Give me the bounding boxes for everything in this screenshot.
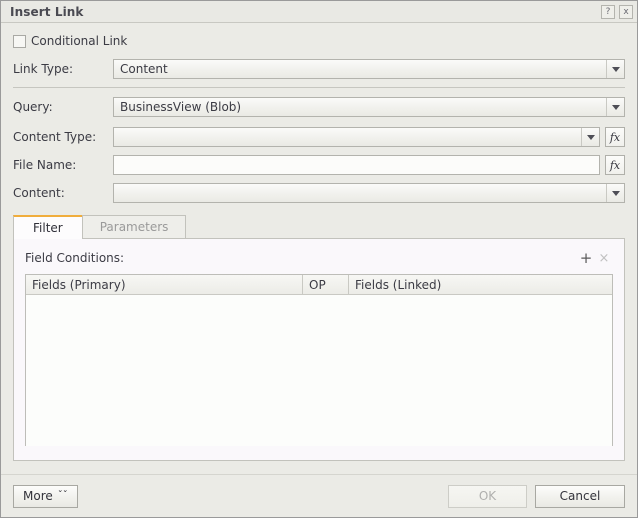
remove-condition-icon[interactable]: × <box>595 249 613 267</box>
column-header-fields-linked[interactable]: Fields (Linked) <box>349 275 612 294</box>
chevron-down-icon[interactable] <box>581 128 599 146</box>
tab-strip: Filter Parameters <box>13 214 625 239</box>
field-conditions-grid: Fields (Primary) OP Fields (Linked) <box>25 274 613 446</box>
field-row-file-name: File Name: fx <box>13 153 637 177</box>
field-conditions-header: Field Conditions: + × <box>25 249 613 267</box>
file-name-input[interactable] <box>113 155 600 175</box>
dialog-footer: More ˇˇ OK Cancel <box>1 474 637 517</box>
query-combo[interactable]: BusinessView (Blob) <box>113 97 625 117</box>
filter-tab-panel: Field Conditions: + × Fields (Primary) O… <box>13 239 625 461</box>
add-condition-icon[interactable]: + <box>577 249 595 267</box>
field-row-link-type: Link Type: Content <box>13 57 637 81</box>
file-name-fx-button[interactable]: fx <box>605 155 625 175</box>
content-combo[interactable] <box>113 183 625 203</box>
content-type-combo[interactable] <box>113 127 600 147</box>
conditional-link-label: Conditional Link <box>31 34 127 48</box>
query-label: Query: <box>13 100 113 114</box>
tab-section: Filter Parameters Field Conditions: + × … <box>13 214 625 461</box>
query-value: BusinessView (Blob) <box>114 100 606 114</box>
chevron-down-icon[interactable] <box>606 184 624 202</box>
field-row-query: Query: BusinessView (Blob) <box>13 95 637 119</box>
grid-header-row: Fields (Primary) OP Fields (Linked) <box>26 275 612 295</box>
link-type-label: Link Type: <box>13 62 113 76</box>
content-type-label: Content Type: <box>13 130 113 144</box>
chevron-down-icon[interactable] <box>606 60 624 78</box>
content-label: Content: <box>13 186 113 200</box>
ok-button[interactable]: OK <box>448 485 527 508</box>
content-type-fx-button[interactable]: fx <box>605 127 625 147</box>
cancel-button[interactable]: Cancel <box>535 485 625 508</box>
more-button[interactable]: More ˇˇ <box>13 485 78 508</box>
section-divider <box>13 87 625 88</box>
dialog-title: Insert Link <box>10 5 597 19</box>
chevron-double-down-icon: ˇˇ <box>58 491 68 501</box>
link-type-value: Content <box>114 62 606 76</box>
tab-filter[interactable]: Filter <box>13 215 83 239</box>
conditional-link-row[interactable]: Conditional Link <box>13 31 637 51</box>
file-name-label: File Name: <box>13 158 113 172</box>
dialog-titlebar: Insert Link ? x <box>1 1 637 23</box>
field-row-content: Content: <box>13 181 637 205</box>
column-header-fields-primary[interactable]: Fields (Primary) <box>26 275 303 294</box>
field-conditions-label: Field Conditions: <box>25 251 577 265</box>
link-type-combo[interactable]: Content <box>113 59 625 79</box>
column-header-op[interactable]: OP <box>303 275 349 294</box>
conditional-link-checkbox[interactable] <box>13 35 26 48</box>
insert-link-dialog: Insert Link ? x Conditional Link Link Ty… <box>0 0 638 518</box>
dialog-body: Conditional Link Link Type: Content Quer… <box>1 23 637 474</box>
more-button-label: More <box>23 489 53 503</box>
close-icon[interactable]: x <box>619 5 633 19</box>
field-row-content-type: Content Type: fx <box>13 125 637 149</box>
tab-parameters[interactable]: Parameters <box>82 215 187 238</box>
chevron-down-icon[interactable] <box>606 98 624 116</box>
help-icon[interactable]: ? <box>601 5 615 19</box>
grid-body[interactable] <box>26 295 612 446</box>
